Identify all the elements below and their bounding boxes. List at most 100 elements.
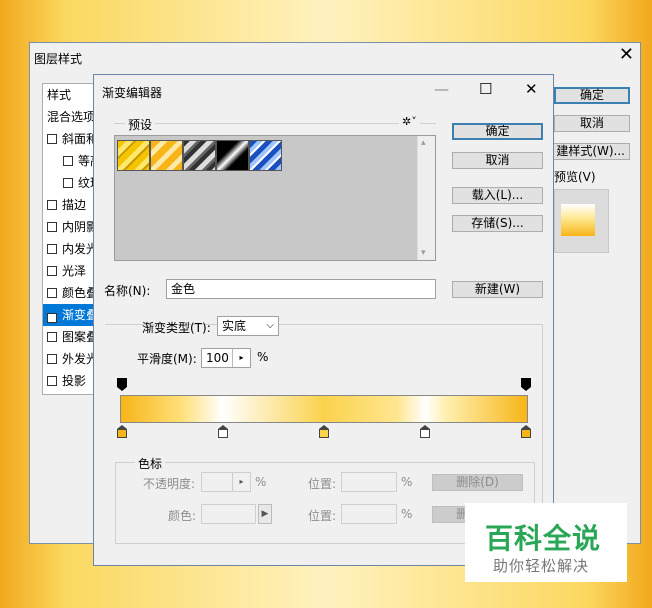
checkbox-icon[interactable] (47, 244, 57, 254)
style-list-label: 样式 (47, 88, 72, 102)
checkbox-icon[interactable] (47, 266, 57, 276)
checkbox-icon[interactable] (47, 222, 57, 232)
gear-icon[interactable]: ✲˅ (399, 115, 420, 128)
style-list-item[interactable]: 内阴影 (43, 216, 96, 238)
color-stop-3[interactable] (319, 425, 329, 438)
opacity-stop-left[interactable] (117, 378, 127, 391)
layer-style-cancel-button[interactable]: 取消 (554, 115, 630, 132)
opacity-stop-right[interactable] (521, 378, 531, 391)
watermark-title: 百科全说 (485, 522, 602, 555)
opacity-input[interactable]: ▸ (201, 472, 251, 492)
maximize-icon[interactable]: ☐ (479, 80, 492, 98)
save-button[interactable]: 存储(S)... (452, 215, 543, 232)
preset-swatch-5[interactable] (249, 140, 282, 171)
color-stops-label: 色标 (135, 455, 166, 472)
style-list-item[interactable]: 等高 (43, 150, 95, 172)
opacity-arrow-icon[interactable]: ▸ (232, 473, 250, 491)
style-list: 样式混合选项斜面和等高纹理描边内阴影内发光光泽颜色叠 ✓ 渐变叠图案叠外发光投影 (42, 83, 96, 395)
checkbox-icon[interactable] (63, 178, 73, 188)
style-list-label: 渐变叠 (62, 308, 96, 322)
style-list-item[interactable]: ✓ 渐变叠 (43, 304, 96, 326)
color-stop-1[interactable] (117, 425, 127, 438)
color-position-label: 位置: (308, 509, 337, 523)
gradient-editor-title: 渐变编辑器 (102, 86, 163, 100)
style-list-label: 投影 (62, 374, 87, 388)
style-list-label: 图案叠 (62, 330, 96, 344)
scroll-down-icon[interactable]: ▾ (421, 248, 426, 258)
color-stop-4[interactable] (420, 425, 430, 438)
presets-scrollbar[interactable]: ▴ ▾ (417, 136, 435, 260)
preview-checkbox-label[interactable]: 预览(V) (554, 168, 596, 185)
style-list-label: 颜色叠 (62, 286, 96, 300)
color-position-input[interactable] (341, 504, 397, 524)
color-stop-2[interactable] (218, 425, 228, 438)
style-list-item[interactable]: 样式 (43, 84, 95, 106)
checkbox-icon[interactable] (47, 376, 57, 386)
style-list-label: 光泽 (62, 264, 87, 278)
presets-panel: ▴ ▾ (114, 135, 436, 261)
style-list-item[interactable]: 光泽 (43, 260, 95, 282)
smoothness-value: 100 (206, 351, 229, 365)
color-position-unit: % (401, 507, 413, 521)
opacity-position-input[interactable] (341, 472, 397, 492)
color-stop-5[interactable] (521, 425, 531, 438)
preset-swatch-4[interactable] (216, 140, 249, 171)
scroll-up-icon[interactable]: ▴ (421, 138, 426, 148)
checkbox-icon[interactable] (47, 354, 57, 364)
close-icon[interactable]: ✕ (525, 80, 538, 98)
preset-swatch-1[interactable] (117, 140, 150, 171)
style-list-item[interactable]: 混合选项 (43, 106, 96, 128)
style-preview-swatch (561, 204, 595, 236)
minimize-icon[interactable]: — (434, 80, 449, 98)
gradient-editor-dialog: 渐变编辑器 — ☐ ✕ 预设 ✲˅ ▴ ▾ 确定 取消 载入(L)... 存储(… (93, 74, 554, 566)
style-preview-box (554, 189, 609, 253)
color-swatch-field[interactable] (201, 504, 256, 524)
cancel-button[interactable]: 取消 (452, 152, 543, 169)
layer-style-title: 图层样式 (34, 52, 83, 66)
style-list-item[interactable]: 图案叠 (43, 326, 96, 348)
smoothness-arrow-icon[interactable]: ▸ (232, 349, 250, 367)
new-button[interactable]: 新建(W) (452, 281, 543, 298)
color-arrow-icon[interactable]: ▶ (258, 504, 272, 524)
opacity-position-label: 位置: (308, 477, 337, 491)
gradient-type-select[interactable]: 实底 ⌵ (217, 316, 279, 336)
style-list-item[interactable]: 投影 (43, 370, 95, 392)
style-list-item[interactable]: 外发光 (43, 348, 96, 370)
style-list-label: 斜面和 (62, 132, 96, 146)
checkbox-icon[interactable] (47, 134, 57, 144)
checkbox-icon[interactable]: ✓ (47, 313, 57, 323)
layer-style-ok-button[interactable]: 确定 (554, 87, 630, 104)
style-list-label: 描边 (62, 198, 87, 212)
style-list-item[interactable]: 内发光 (43, 238, 95, 260)
watermark-subtitle: 助你轻松解决 (493, 557, 590, 575)
style-list-item[interactable]: 描边 (43, 194, 95, 216)
watermark: 百科全说 助你轻松解决 (465, 503, 627, 582)
checkbox-icon[interactable] (47, 200, 57, 210)
preset-swatch-2[interactable] (150, 140, 183, 171)
style-list-item[interactable]: 颜色叠 (43, 282, 96, 304)
gradient-bar[interactable] (120, 395, 528, 423)
checkbox-icon[interactable] (63, 156, 73, 166)
load-button[interactable]: 载入(L)... (452, 187, 543, 204)
name-input[interactable]: 金色 (166, 279, 436, 299)
delete-opacity-stop-button[interactable]: 删除(D) (432, 474, 523, 491)
smoothness-label: 平滑度(M): (137, 352, 197, 366)
style-list-label: 内阴影 (62, 220, 96, 234)
color-label: 颜色: (168, 509, 197, 523)
opacity-position-unit: % (401, 475, 413, 489)
checkbox-icon[interactable] (47, 288, 57, 298)
presets-label: 预设 (125, 116, 156, 133)
style-list-item[interactable]: 纹理 (43, 172, 95, 194)
gradient-type-label: 渐变类型(T): (142, 321, 211, 335)
style-list-item[interactable]: 斜面和 (43, 128, 96, 150)
layer-style-close-icon[interactable]: ✕ (619, 45, 634, 65)
name-label: 名称(N): (104, 284, 151, 298)
style-list-label: 外发光 (62, 352, 96, 366)
checkbox-icon[interactable] (47, 332, 57, 342)
opacity-label: 不透明度: (143, 477, 196, 491)
smoothness-input[interactable]: 100 ▸ (201, 348, 251, 368)
smoothness-unit: % (257, 350, 269, 364)
style-list-label: 混合选项 (47, 110, 96, 124)
ok-button[interactable]: 确定 (452, 123, 543, 140)
preset-swatch-3[interactable] (183, 140, 216, 171)
